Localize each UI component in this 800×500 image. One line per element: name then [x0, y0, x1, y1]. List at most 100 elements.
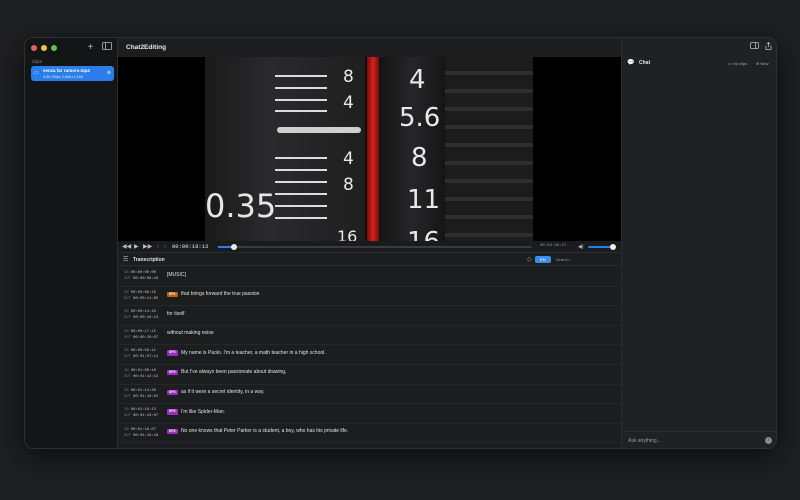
fast-forward-icon[interactable]: ▶▶ — [143, 243, 152, 251]
scale-tick — [275, 217, 327, 219]
speaker-badge[interactable]: SP2 — [167, 409, 178, 415]
app-window: + Clips ▭ senza far rumore.mp4 4:36 29fp… — [24, 37, 777, 449]
window-controls — [31, 45, 57, 51]
out-timecode: OUT 00:00:08:16 — [124, 277, 159, 281]
scale-number: 4 — [343, 93, 354, 113]
transcript-row[interactable]: IN 00:00:59:11 OUT 00:01:07:11 SP2 My name … — [118, 345, 621, 365]
main-panel: Chat2Editing 8 4 4 8 0.35 16 4 5.6 8 11 … — [118, 38, 621, 448]
out-timecode: OUT 00:01:16:01 — [124, 394, 159, 399]
transcript-text[interactable]: as if it were a secret identity, in a wa… — [181, 389, 264, 395]
play-icon[interactable]: ▶ — [134, 243, 139, 251]
page-title: Chat2Editing — [126, 44, 167, 51]
in-timecode: IN 00:00:14:10 — [124, 310, 156, 315]
transcript-row[interactable]: IN 00:00:08:16 OUT 00:00:11:05 SP1 that bri… — [118, 287, 621, 307]
playback-controls: ◀◀ ▶ ▶▶ ‹ › 00:00:18:13 00:04:36:17 ◀) — [118, 241, 621, 253]
out-timecode: OUT 00:00:20:07 — [124, 335, 159, 340]
transcript-row[interactable]: IN 00:00:00:00 OUT 00:00:08:16 [MUSIC] — [118, 267, 621, 287]
out-timecode: OUT 00:01:19:18 — [124, 433, 159, 438]
list-icon: ☰ — [123, 257, 129, 263]
scale-tick — [275, 205, 327, 207]
clip-item[interactable]: ▭ senza far rumore.mp4 4:36 29fps 2,840×… — [31, 66, 114, 81]
transcript-row[interactable]: IN 00:00:14:10 OUT 00:00:16:13 for itself — [118, 306, 621, 326]
scale-tick — [275, 87, 327, 89]
lens-red-band — [367, 57, 379, 241]
speaker-badge[interactable]: SP1 — [167, 291, 178, 298]
chat-header: 💬 Chat ▭ No clips ⊕ New — [622, 58, 776, 69]
transcript-search-input[interactable]: Search... — [556, 257, 572, 262]
transcript-text[interactable]: without making noise — [167, 330, 214, 336]
previous-frame-icon[interactable]: ‹ — [157, 243, 159, 251]
sidebar-toggle-icon[interactable] — [101, 42, 112, 53]
send-button[interactable]: ↑ — [765, 437, 772, 444]
transcript-row[interactable]: IN 00:00:17:15 OUT 00:00:20:07 without mak… — [118, 326, 621, 346]
transcript-text[interactable]: But I've always been passionate about dr… — [181, 369, 286, 375]
chat-composer: Ask anything... ↑ — [622, 431, 776, 448]
scale-tick — [275, 110, 327, 112]
in-timecode: IN 00:01:14:20 — [124, 388, 156, 393]
scale-number: 16 — [337, 227, 358, 241]
transcript-list: IN 00:00:00:00 OUT 00:00:08:16 [MUSIC] IN 0… — [118, 267, 621, 444]
transcription-title: Transcription — [133, 257, 165, 263]
minimize-window-button[interactable] — [41, 45, 47, 51]
scale-tick — [275, 157, 327, 159]
speaker-badge[interactable]: SP2 — [167, 350, 178, 356]
scale-number: 4 — [343, 149, 354, 169]
scale-number: 8 — [343, 67, 354, 87]
new-chat-button[interactable]: ⊕ New — [756, 61, 768, 66]
in-timecode: IN 00:01:18:13 — [124, 408, 156, 413]
transcript-row[interactable]: IN 00:01:18:13 OUT 00:01:19:07 SP2 I'm like… — [118, 404, 621, 424]
in-timecode: IN 00:00:17:15 — [124, 329, 156, 334]
volume-knob[interactable] — [610, 244, 616, 250]
chat-input[interactable]: Ask anything... — [628, 438, 661, 444]
speaker-badge[interactable]: SP2 — [167, 428, 178, 435]
language-badge[interactable]: EN — [535, 256, 551, 263]
transcript-row[interactable]: IN 00:01:19:07 OUT 00:01:19:18 SP2 No one k… — [118, 424, 621, 444]
timeline-knob[interactable] — [230, 244, 237, 250]
transcript-text[interactable]: [MUSIC] — [167, 272, 186, 278]
chat-bubbles-icon: 💬 — [627, 60, 635, 66]
out-timecode: OUT 00:01:07:11 — [124, 355, 159, 360]
clip-options-icon[interactable]: ⊗ — [107, 70, 111, 76]
transcript-text[interactable]: I'm like Spider-Man. — [181, 409, 225, 415]
transcript-text[interactable]: for itself — [167, 311, 185, 317]
no-clips-button[interactable]: ▭ No clips — [728, 61, 747, 66]
timeline-scrubber[interactable] — [218, 244, 532, 250]
scale-tick — [275, 181, 327, 183]
zoom-window-button[interactable] — [51, 45, 57, 51]
panel-toggle-icon[interactable] — [750, 42, 759, 51]
in-timecode: IN 00:01:19:07 — [124, 427, 156, 432]
out-timecode: OUT 00:00:11:05 — [124, 296, 159, 301]
in-timecode: IN 00:00:00:00 — [124, 271, 156, 275]
volume-icon[interactable]: ◀) — [578, 243, 584, 251]
aperture-number: 0.35 — [205, 187, 277, 225]
transcription-header: ☰ Transcription ◇ EN Search... — [118, 254, 621, 266]
current-timecode: 00:00:18:13 — [172, 243, 209, 250]
share-icon[interactable] — [765, 41, 772, 52]
no-clips-label: No clips — [732, 60, 748, 66]
rewind-icon[interactable]: ◀◀ — [122, 243, 131, 251]
transcript-text[interactable]: My name is Paolo. I'm a teacher, a math … — [181, 350, 326, 356]
transcript-row[interactable]: IN 00:01:08:18 OUT 00:01:12:13 SP2 But I've… — [118, 365, 621, 385]
scale-tick — [275, 99, 327, 101]
volume-slider[interactable] — [588, 244, 616, 250]
scale-number: 8 — [411, 143, 428, 173]
speaker-badge[interactable]: SP2 — [167, 389, 178, 396]
transcript-text[interactable]: No one knows that Peter Parker is a stud… — [181, 428, 348, 434]
scale-number: 8 — [343, 175, 354, 195]
close-window-button[interactable] — [31, 45, 37, 51]
scale-tick — [275, 193, 327, 195]
clips-section-label: Clips — [32, 59, 43, 64]
out-timecode: OUT 00:01:12:13 — [124, 374, 159, 379]
transcript-row[interactable]: IN 00:01:14:20 OUT 00:01:16:01 SP2 as if it… — [118, 385, 621, 405]
scale-tick — [275, 75, 327, 77]
video-frame: 8 4 4 8 0.35 16 4 5.6 8 11 16 — [205, 57, 533, 241]
transcript-text[interactable]: that brings forward the true passion — [181, 291, 259, 297]
marker-icon[interactable]: ◇ — [527, 256, 532, 263]
add-icon[interactable]: + — [85, 42, 96, 53]
speaker-badge[interactable]: SP2 — [167, 369, 178, 376]
scale-number: 4 — [409, 65, 426, 95]
video-preview[interactable]: 8 4 4 8 0.35 16 4 5.6 8 11 16 — [118, 57, 621, 241]
out-timecode: OUT 00:00:16:13 — [124, 316, 159, 321]
video-file-icon: ▭ — [34, 70, 39, 76]
next-frame-icon[interactable]: › — [164, 243, 166, 251]
